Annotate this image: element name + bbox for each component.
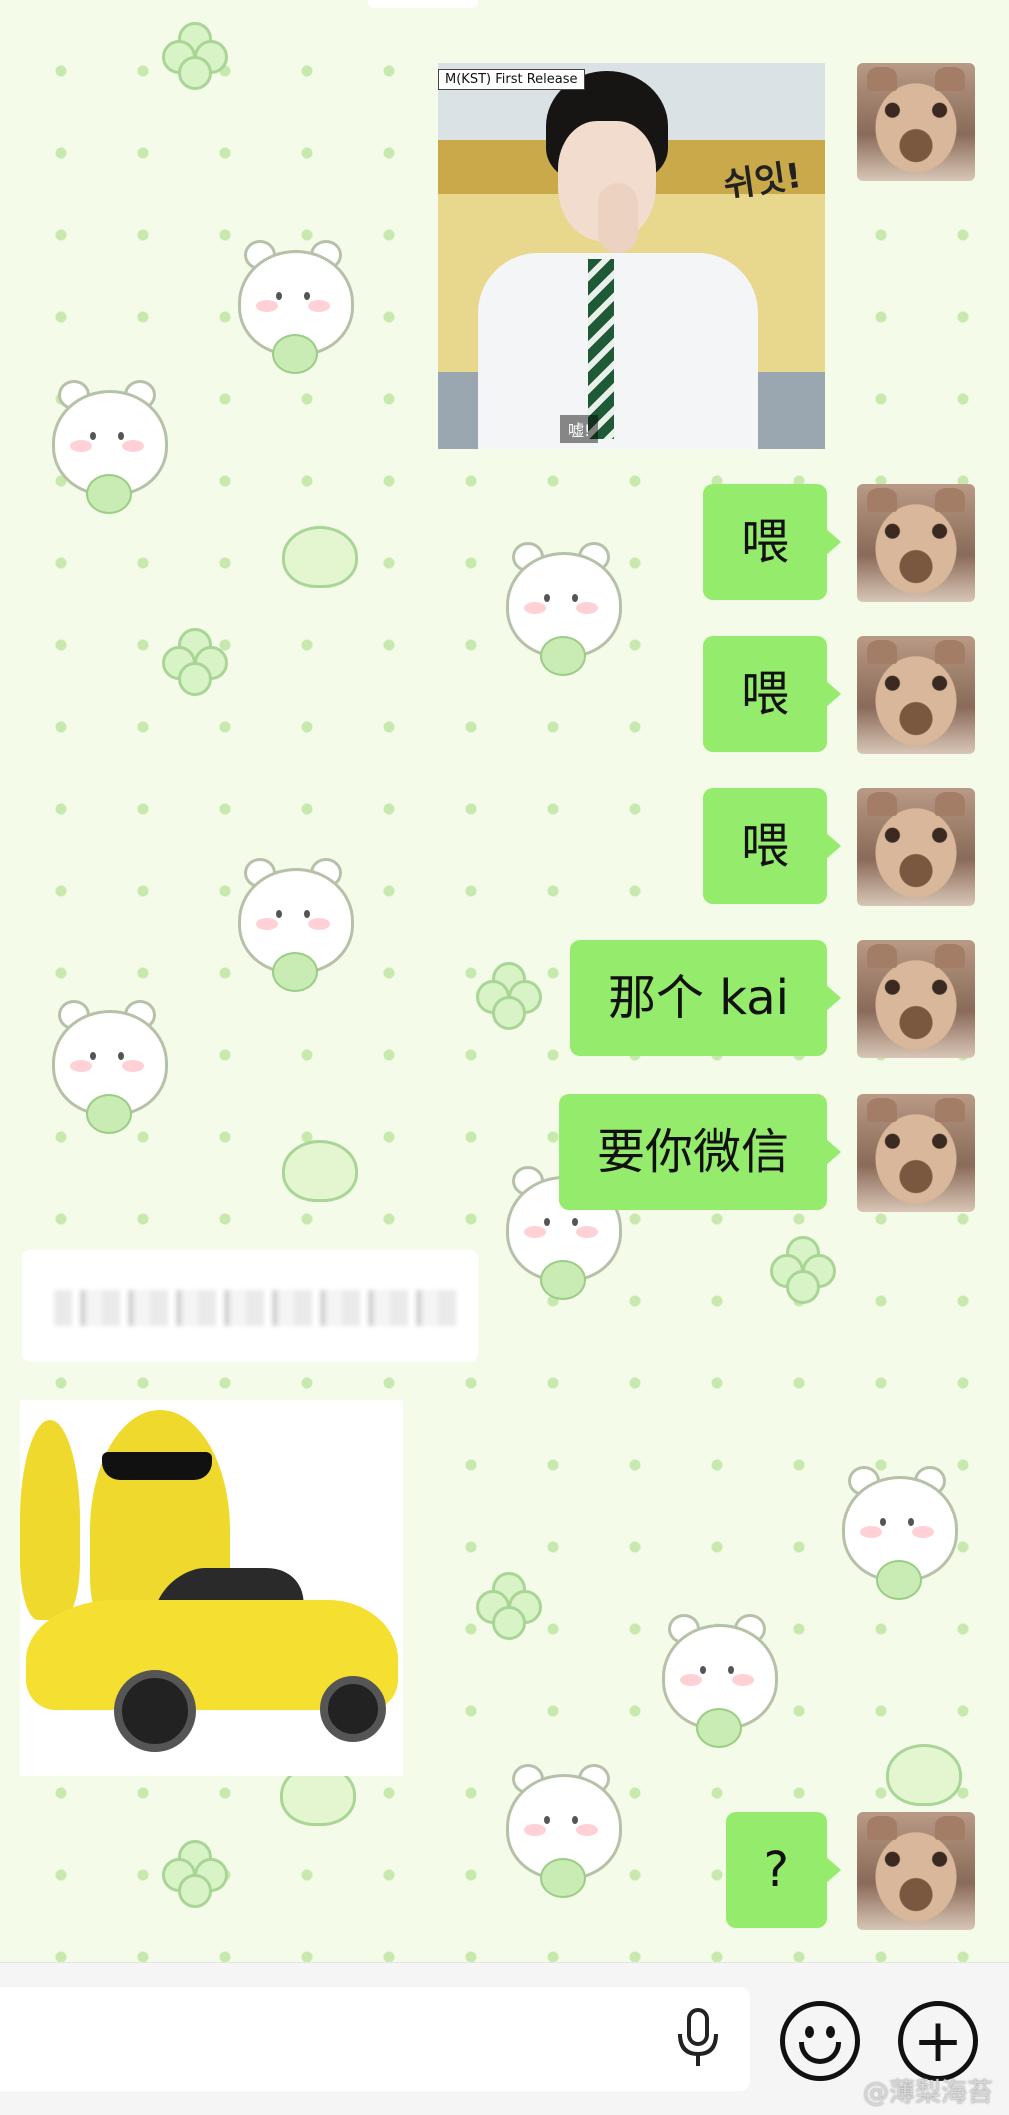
message-bubble[interactable]: ? bbox=[725, 1812, 842, 1928]
bear-decoration bbox=[832, 1466, 962, 1606]
top-handle bbox=[368, 0, 478, 8]
message-bubble[interactable]: 喂 bbox=[702, 788, 842, 904]
bear-decoration bbox=[496, 542, 626, 682]
bear-decoration bbox=[228, 858, 358, 998]
melon-decoration bbox=[282, 526, 358, 588]
avatar[interactable] bbox=[857, 788, 975, 906]
avatar[interactable] bbox=[857, 1094, 975, 1212]
plus-icon[interactable]: + bbox=[898, 2001, 978, 2081]
avatar[interactable] bbox=[857, 940, 975, 1058]
image-caption: M(KST) First Release bbox=[438, 69, 585, 90]
input-bar: + @薄梨海苔 bbox=[0, 1962, 1009, 2115]
sunglasses-icon bbox=[102, 1452, 212, 1480]
image-message[interactable]: M(KST) First Release 쉬잇! 嘘! bbox=[438, 63, 825, 449]
redacted-text bbox=[54, 1290, 458, 1326]
melon-decoration bbox=[886, 1744, 962, 1806]
clover-decoration bbox=[162, 1840, 228, 1908]
mic-icon[interactable] bbox=[672, 2007, 724, 2071]
watermark: @薄梨海苔 bbox=[862, 2078, 993, 2108]
avatar[interactable] bbox=[857, 63, 975, 181]
clover-decoration bbox=[162, 628, 228, 696]
avatar[interactable] bbox=[857, 636, 975, 754]
bear-decoration bbox=[42, 1000, 172, 1140]
bear-decoration bbox=[496, 1764, 626, 1904]
bear-decoration bbox=[228, 240, 358, 380]
sticker-message[interactable] bbox=[20, 1400, 403, 1776]
clover-decoration bbox=[770, 1236, 836, 1304]
avatar[interactable] bbox=[857, 1812, 975, 1930]
clover-decoration bbox=[476, 962, 542, 1030]
bear-decoration bbox=[652, 1614, 782, 1754]
message-bubble[interactable]: 那个 kai bbox=[570, 940, 841, 1056]
redacted-message[interactable] bbox=[22, 1250, 478, 1362]
avatar[interactable] bbox=[857, 484, 975, 602]
message-input[interactable] bbox=[0, 1987, 750, 2091]
melon-decoration bbox=[282, 1140, 358, 1202]
message-bubble[interactable]: 要你微信 bbox=[558, 1094, 842, 1210]
bear-decoration bbox=[42, 380, 172, 520]
emoji-icon[interactable] bbox=[780, 2001, 860, 2081]
message-bubble[interactable]: 喂 bbox=[702, 484, 842, 600]
clover-decoration bbox=[162, 22, 228, 90]
message-bubble[interactable]: 喂 bbox=[702, 636, 842, 752]
image-subtitle: 嘘! bbox=[560, 415, 599, 443]
clover-decoration bbox=[476, 1572, 542, 1640]
